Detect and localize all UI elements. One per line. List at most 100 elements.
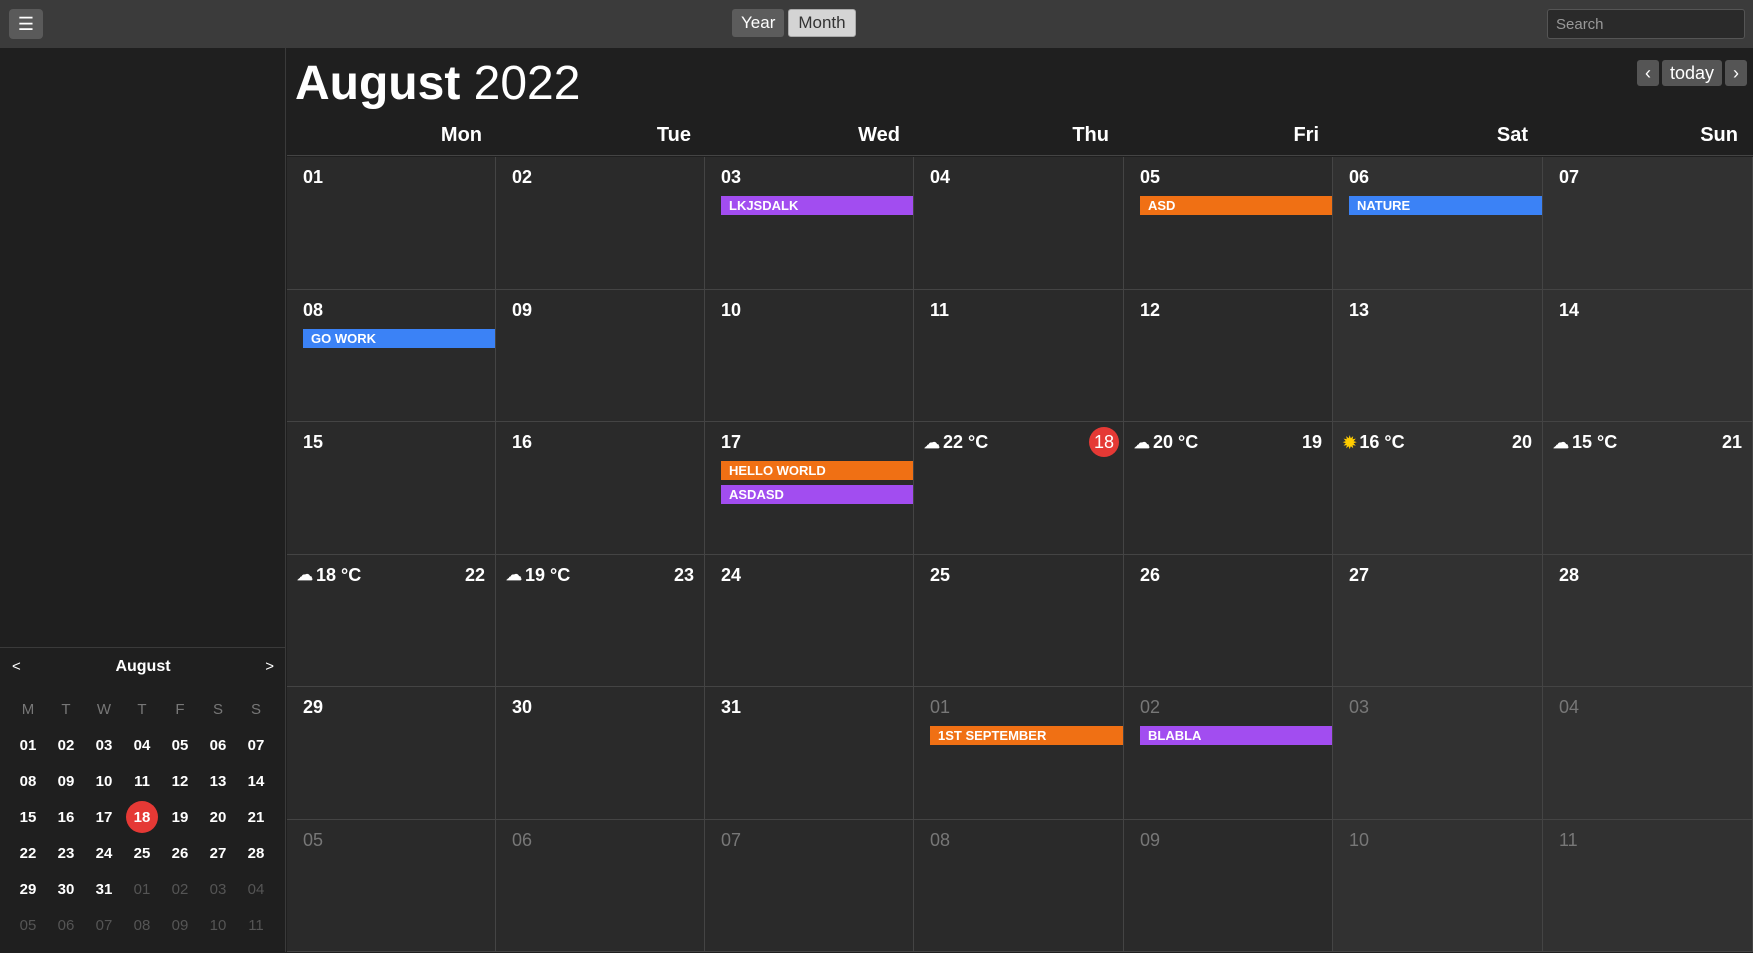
mini-day[interactable]: 01	[123, 871, 161, 907]
mini-day[interactable]: 22	[9, 835, 47, 871]
day-cell[interactable]: 01	[287, 157, 496, 290]
mini-day[interactable]: 31	[85, 871, 123, 907]
mini-day[interactable]: 11	[237, 907, 275, 943]
mini-day[interactable]: 04	[123, 727, 161, 763]
day-cell[interactable]: 25	[914, 554, 1124, 687]
day-cell[interactable]: 29	[287, 687, 496, 820]
mini-day[interactable]: 16	[47, 799, 85, 835]
day-cell[interactable]: 26	[1124, 554, 1333, 687]
mini-day[interactable]: 12	[161, 763, 199, 799]
day-cell[interactable]: 11	[1543, 819, 1753, 952]
mini-day[interactable]: 02	[47, 727, 85, 763]
day-cell[interactable]: 04	[914, 157, 1124, 290]
mini-next-month-button[interactable]: >	[265, 658, 274, 675]
day-cell[interactable]: 13	[1333, 289, 1543, 422]
mini-day[interactable]: 07	[237, 727, 275, 763]
day-cell[interactable]: ☁ 18 °C 22	[287, 554, 496, 687]
day-cell[interactable]: 06	[496, 819, 705, 952]
day-cell[interactable]: 06 NATURE	[1333, 157, 1543, 290]
day-cell[interactable]: 17 HELLO WORLD ASDASD	[705, 422, 914, 555]
mini-day[interactable]: 06	[47, 907, 85, 943]
calendar-event[interactable]: HELLO WORLD	[721, 461, 913, 480]
day-cell[interactable]: 08	[914, 819, 1124, 952]
mini-day[interactable]: 23	[47, 835, 85, 871]
mini-day[interactable]: 10	[199, 907, 237, 943]
day-cell[interactable]: 03 LKJSDALK	[705, 157, 914, 290]
mini-day[interactable]: 28	[237, 835, 275, 871]
day-cell[interactable]: 02	[496, 157, 705, 290]
day-cell[interactable]: 24	[705, 554, 914, 687]
day-cell[interactable]: 10	[705, 289, 914, 422]
mini-day[interactable]: 01	[9, 727, 47, 763]
mini-day[interactable]: 11	[123, 763, 161, 799]
mini-day[interactable]: 14	[237, 763, 275, 799]
mini-day[interactable]: 18	[123, 799, 161, 835]
mini-day[interactable]: 10	[85, 763, 123, 799]
year-view-button[interactable]: Year	[732, 9, 785, 37]
calendar-event[interactable]: BLABLA	[1140, 726, 1332, 745]
day-cell[interactable]: 15	[287, 422, 496, 555]
next-month-button[interactable]: ›	[1725, 60, 1747, 86]
calendar-event[interactable]: 1ST SEPTEMBER	[930, 726, 1123, 745]
day-cell[interactable]: 01 1ST SEPTEMBER	[914, 687, 1124, 820]
day-cell[interactable]: 12	[1124, 289, 1333, 422]
day-cell[interactable]: 07	[705, 819, 914, 952]
mini-day[interactable]: 15	[9, 799, 47, 835]
mini-day[interactable]: 06	[199, 727, 237, 763]
day-cell[interactable]: 10	[1333, 819, 1543, 952]
day-cell[interactable]: 04	[1543, 687, 1753, 820]
mini-day[interactable]: 05	[9, 907, 47, 943]
day-cell[interactable]: 05 ASD	[1124, 157, 1333, 290]
search-input[interactable]	[1547, 9, 1745, 39]
month-view-button[interactable]: Month	[788, 9, 856, 37]
day-cell[interactable]: 07	[1543, 157, 1753, 290]
mini-day[interactable]: 30	[47, 871, 85, 907]
mini-day[interactable]: 13	[199, 763, 237, 799]
mini-day[interactable]: 08	[9, 763, 47, 799]
day-cell[interactable]: ✹ 16 °C 20	[1333, 422, 1543, 555]
menu-button[interactable]: ☰	[9, 9, 43, 39]
day-cell[interactable]: 16	[496, 422, 705, 555]
calendar-event[interactable]: GO WORK	[303, 328, 495, 348]
mini-day[interactable]: 29	[9, 871, 47, 907]
day-cell[interactable]: ☁ 15 °C 21	[1543, 422, 1753, 555]
mini-day[interactable]: 05	[161, 727, 199, 763]
calendar-event[interactable]: NATURE	[1349, 196, 1542, 215]
day-cell[interactable]: 27	[1333, 554, 1543, 687]
day-cell[interactable]: 09	[1124, 819, 1333, 952]
mini-day[interactable]: 24	[85, 835, 123, 871]
day-cell[interactable]: 30	[496, 687, 705, 820]
day-cell[interactable]: 28	[1543, 554, 1753, 687]
day-cell[interactable]: 11	[914, 289, 1124, 422]
day-cell[interactable]: ☁ 22 °C 18	[914, 422, 1124, 555]
mini-day[interactable]: 17	[85, 799, 123, 835]
today-button[interactable]: today	[1661, 60, 1722, 86]
mini-day[interactable]: 20	[199, 799, 237, 835]
day-cell[interactable]: 08 GO WORK	[287, 289, 496, 422]
prev-month-button[interactable]: ‹	[1636, 60, 1659, 86]
day-cell[interactable]: ☁ 19 °C 23	[496, 554, 705, 687]
calendar-event[interactable]: ASD	[1140, 196, 1332, 215]
day-cell[interactable]: 09	[496, 289, 705, 422]
mini-day[interactable]: 02	[161, 871, 199, 907]
day-cell[interactable]: 31	[705, 687, 914, 820]
calendar-event[interactable]: ASDASD	[721, 485, 913, 504]
calendar-event[interactable]: LKJSDALK	[721, 196, 913, 215]
mini-day[interactable]: 09	[47, 763, 85, 799]
mini-day[interactable]: 21	[237, 799, 275, 835]
mini-day[interactable]: 08	[123, 907, 161, 943]
mini-day[interactable]: 27	[199, 835, 237, 871]
mini-day[interactable]: 03	[85, 727, 123, 763]
day-cell[interactable]: ☁ 20 °C 19	[1124, 422, 1333, 555]
day-cell[interactable]: 02 BLABLA	[1124, 687, 1333, 820]
mini-day[interactable]: 19	[161, 799, 199, 835]
day-cell[interactable]: 14	[1543, 289, 1753, 422]
mini-day[interactable]: 25	[123, 835, 161, 871]
mini-day[interactable]: 04	[237, 871, 275, 907]
mini-day[interactable]: 09	[161, 907, 199, 943]
day-cell[interactable]: 05	[287, 819, 496, 952]
mini-day[interactable]: 26	[161, 835, 199, 871]
mini-day[interactable]: 03	[199, 871, 237, 907]
mini-day[interactable]: 07	[85, 907, 123, 943]
day-cell[interactable]: 03	[1333, 687, 1543, 820]
